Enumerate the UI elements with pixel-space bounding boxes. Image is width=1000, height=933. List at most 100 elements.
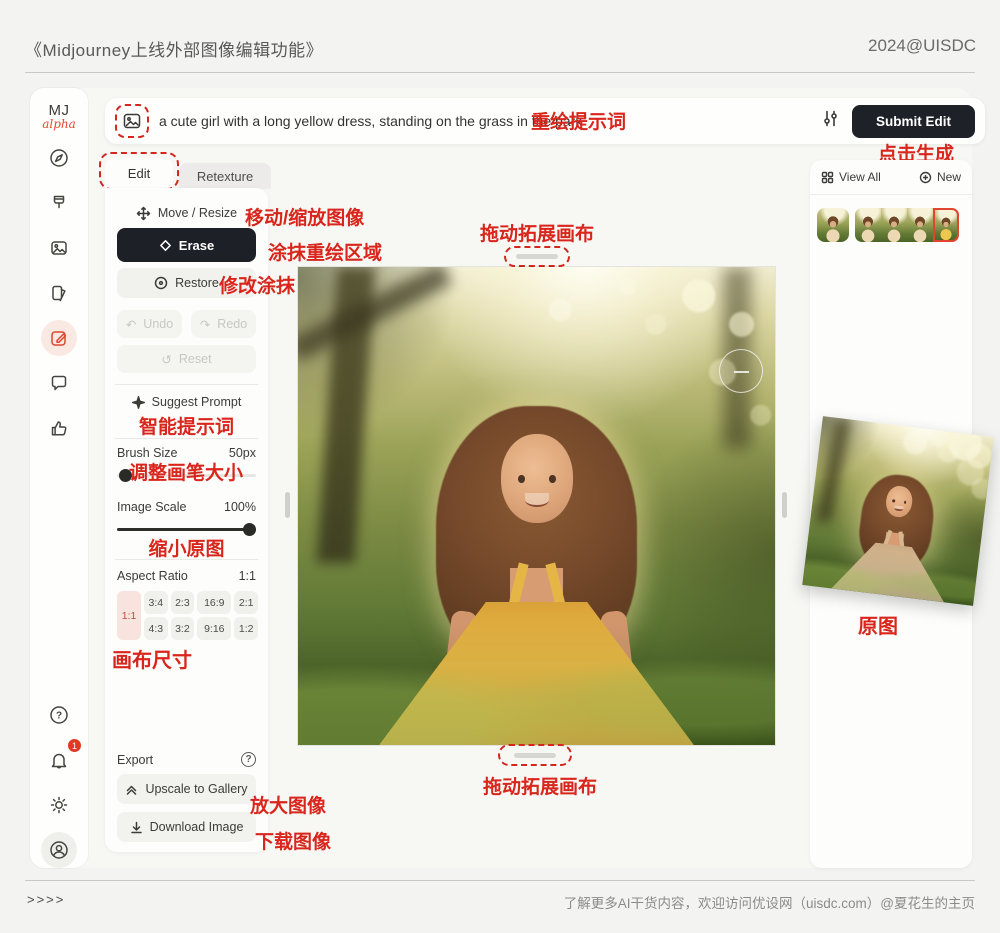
image-scale-label: Image Scale: [117, 500, 186, 514]
ratio-2-3[interactable]: 2:3: [171, 591, 195, 614]
undo-button[interactable]: ↶ Undo: [117, 310, 182, 338]
plus-circle-icon: [919, 171, 932, 184]
reset-label: Reset: [179, 352, 212, 366]
divider: [115, 438, 258, 439]
submit-edit-button[interactable]: Submit Edit: [852, 105, 975, 138]
annotation-move: 移动/缩放图像: [245, 203, 364, 230]
redo-icon: ↷: [200, 317, 210, 332]
upscale-label: Upscale to Gallery: [145, 782, 247, 796]
theme-sun-icon[interactable]: [41, 787, 77, 823]
canvas-expand-handle-top[interactable]: [516, 254, 558, 259]
annotation-prompt: 重绘提示词: [531, 107, 626, 134]
edit-tab-highlight: [99, 152, 179, 190]
annotation-original: 原图: [858, 610, 898, 639]
move-resize-button[interactable]: Move / Resize: [117, 200, 256, 226]
chevrons-up-icon: [125, 783, 138, 796]
ratio-1-2[interactable]: 1:2: [234, 617, 258, 640]
edit-pencil-icon[interactable]: [41, 320, 77, 356]
undo-icon: ↶: [126, 317, 136, 332]
divider: [810, 194, 972, 195]
svg-text:?: ?: [56, 711, 62, 722]
suggest-prompt-button[interactable]: Suggest Prompt: [117, 392, 256, 412]
tab-retexture[interactable]: Retexture: [179, 163, 271, 189]
canvas-expand-handle-bottom[interactable]: [514, 753, 556, 758]
annotation-download: 下载图像: [255, 827, 331, 854]
new-button[interactable]: New: [919, 170, 961, 184]
canvas-expand-handle-right[interactable]: [782, 492, 787, 518]
divider: [115, 384, 258, 385]
slider-track: [117, 528, 256, 531]
chat-icon[interactable]: [41, 365, 77, 401]
footer-divider: [25, 880, 975, 881]
notification-badge: 1: [68, 739, 81, 752]
ratio-4-3[interactable]: 4:3: [144, 617, 168, 640]
export-help-icon[interactable]: ?: [241, 752, 256, 767]
page-title: 《Midjourney上线外部图像编辑功能》: [25, 36, 323, 61]
create-paintbrush-icon[interactable]: [41, 185, 77, 221]
redo-label: Redo: [217, 317, 247, 331]
view-all-button[interactable]: View All: [821, 170, 881, 184]
canvas-expand-handle-left[interactable]: [285, 492, 290, 518]
reset-icon: ↺: [161, 352, 171, 367]
version-thumbnail-selected[interactable]: [933, 208, 959, 242]
alpha-label: alpha: [42, 117, 76, 131]
annotation-erase: 涂抹重绘区域: [268, 238, 382, 265]
swatches-icon[interactable]: [41, 275, 77, 311]
view-all-label: View All: [839, 170, 881, 184]
prompt-input[interactable]: a cute girl with a long yellow dress, st…: [159, 113, 582, 129]
move-icon: [136, 206, 151, 221]
ratio-3-4[interactable]: 3:4: [144, 591, 168, 614]
divider: [115, 559, 258, 560]
notifications-bell-icon[interactable]: 1: [41, 742, 77, 778]
settings-sliders-icon[interactable]: [821, 109, 840, 133]
account-avatar-icon[interactable]: [41, 832, 77, 868]
brush-cursor-circle[interactable]: [719, 349, 763, 393]
ratio-2-1[interactable]: 2:1: [234, 591, 258, 614]
download-icon: [130, 821, 143, 834]
grid-icon: [821, 171, 834, 184]
header-divider: [25, 72, 975, 73]
suggest-prompt-label: Suggest Prompt: [152, 395, 242, 409]
new-label: New: [937, 170, 961, 184]
annotation-restore: 修改涂抹: [219, 271, 295, 298]
annotation-brush: 调整画笔大小: [129, 458, 243, 485]
export-label: Export: [117, 753, 153, 767]
erase-diamond-icon: [159, 239, 172, 252]
ratio-16-9[interactable]: 16:9: [197, 591, 231, 614]
grass: [298, 621, 775, 745]
credit-label: 2024@UISDC: [868, 36, 976, 56]
ratio-3-2[interactable]: 3:2: [171, 617, 195, 640]
version-thumbnail[interactable]: [855, 208, 881, 242]
erase-label: Erase: [179, 238, 214, 253]
edit-canvas-image[interactable]: [298, 267, 775, 745]
download-label: Download Image: [150, 820, 244, 834]
reset-button[interactable]: ↺ Reset: [117, 345, 256, 373]
like-thumb-icon[interactable]: [41, 410, 77, 446]
footer-credit: 了解更多AI干货内容，欢迎访问优设网（uisdc.com）@夏花生的主页: [564, 892, 975, 912]
restore-icon: [154, 276, 168, 290]
version-thumbnail[interactable]: [817, 208, 849, 242]
version-thumbnail[interactable]: [907, 208, 933, 242]
undo-label: Undo: [143, 317, 173, 331]
gallery-image-icon[interactable]: [41, 230, 77, 266]
move-resize-label: Move / Resize: [158, 206, 237, 220]
annotation-upscale: 放大图像: [250, 791, 326, 818]
aspect-ratio-current: 1:1: [239, 569, 256, 583]
restore-label: Restore: [175, 276, 219, 290]
annotation-scale: 缩小原图: [105, 534, 268, 561]
image-scale-value: 100%: [224, 500, 256, 514]
help-question-icon[interactable]: ?: [41, 697, 77, 733]
version-thumbnail[interactable]: [881, 208, 907, 242]
erase-button[interactable]: Erase: [117, 228, 256, 262]
annotation-suggest: 智能提示词: [105, 412, 268, 439]
ratio-1-1[interactable]: 1:1: [117, 591, 141, 640]
download-image-button[interactable]: Download Image: [117, 812, 256, 842]
prompt-image-reference[interactable]: [115, 104, 149, 138]
annotation-expand-top: 拖动拓展画布: [480, 219, 594, 246]
redo-button[interactable]: ↷ Redo: [191, 310, 256, 338]
ratio-9-16[interactable]: 9:16: [197, 617, 231, 640]
explore-compass-icon[interactable]: [41, 140, 77, 176]
upscale-to-gallery-button[interactable]: Upscale to Gallery: [117, 774, 256, 804]
original-image: [802, 416, 993, 606]
girl-face: [501, 434, 573, 522]
